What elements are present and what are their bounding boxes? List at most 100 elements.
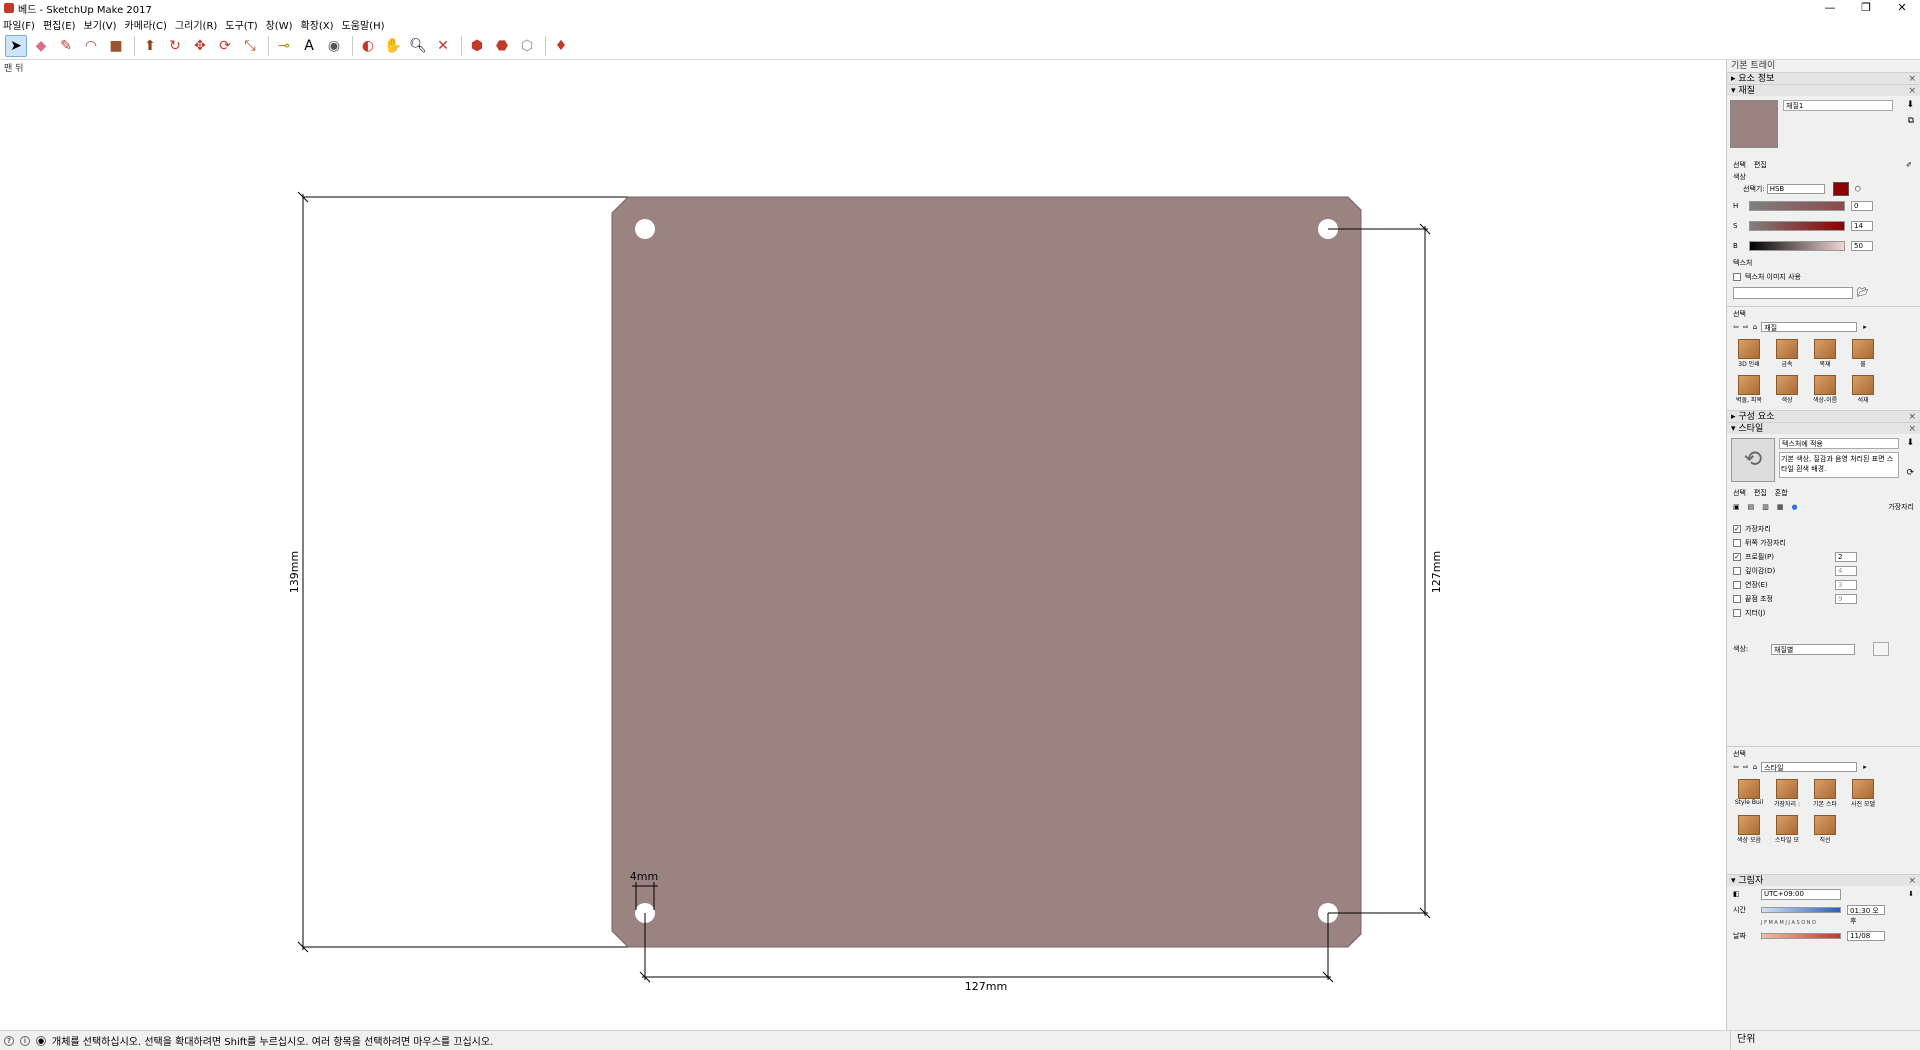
h-slider[interactable]: [1749, 201, 1845, 211]
style-folder[interactable]: 가장자리 :: [1769, 776, 1805, 812]
edge-color-select[interactable]: 재질별: [1771, 643, 1855, 655]
menu-window[interactable]: 창(W): [266, 17, 293, 32]
home-icon[interactable]: ⌂: [1753, 323, 1757, 331]
material-folder[interactable]: 벽돌, 피복: [1731, 372, 1767, 408]
close-button[interactable]: ✕: [1884, 0, 1920, 16]
dimension-label-hole[interactable]: 4mm: [630, 870, 658, 883]
modeling-settings-icon[interactable]: ●: [1792, 503, 1798, 511]
minimize-button[interactable]: —: [1812, 0, 1848, 16]
restore-button[interactable]: ❐: [1848, 0, 1884, 16]
material-folder[interactable]: 색상-이름: [1807, 372, 1843, 408]
panel-shadows[interactable]: ▾ 그림자 ×: [1727, 874, 1920, 886]
background-settings-icon[interactable]: ▥: [1762, 503, 1769, 511]
s-input[interactable]: 14: [1851, 221, 1873, 231]
timezone-select[interactable]: UTC+09:00: [1761, 888, 1841, 900]
dimension-label-left[interactable]: 139mm: [288, 551, 301, 593]
create-material-icon[interactable]: ⬇: [1906, 100, 1914, 110]
profiles-checkbox[interactable]: ✓: [1733, 553, 1741, 561]
warehouse-icon[interactable]: ⬢: [466, 35, 488, 57]
plate-face[interactable]: [611, 196, 1362, 948]
forward-icon[interactable]: ⇨: [1743, 323, 1749, 331]
material-folder[interactable]: 물: [1845, 336, 1881, 372]
close-icon[interactable]: ×: [1908, 875, 1916, 887]
tab-select[interactable]: 선택: [1733, 488, 1746, 498]
mounting-hole[interactable]: [635, 219, 655, 239]
pan-tool-icon[interactable]: ✋: [382, 35, 404, 57]
ruby-console-icon[interactable]: ♦: [550, 35, 572, 57]
h-input[interactable]: 0: [1851, 201, 1873, 211]
picker-select[interactable]: HSB: [1766, 184, 1825, 194]
style-folder[interactable]: 스타일 모: [1769, 812, 1805, 848]
share-model-icon[interactable]: ⬡: [516, 35, 538, 57]
style-folder[interactable]: Style Buil: [1731, 776, 1767, 812]
endpoints-input[interactable]: 9: [1835, 594, 1857, 604]
dimension-label-right[interactable]: 127mm: [1430, 551, 1443, 593]
material-swatch[interactable]: [1730, 100, 1778, 148]
panel-materials[interactable]: ▾ 재질 ×: [1727, 84, 1920, 96]
depth-input[interactable]: 4: [1835, 566, 1857, 576]
panel-entity-info[interactable]: ▸ 요소 정보 ×: [1727, 72, 1920, 84]
orbit-tool-icon[interactable]: ◐: [357, 35, 379, 57]
material-folder[interactable]: 색상: [1769, 372, 1805, 408]
date-slider[interactable]: [1761, 933, 1841, 939]
material-details-icon[interactable]: ⧉: [1908, 116, 1914, 126]
menu-help[interactable]: 도움말(H): [342, 17, 385, 32]
create-style-icon[interactable]: ⬇: [1906, 438, 1914, 448]
extension-checkbox[interactable]: [1733, 581, 1741, 589]
units-field[interactable]: 단위: [1730, 1030, 1920, 1050]
forward-icon[interactable]: ⇨: [1743, 763, 1749, 771]
menu-view[interactable]: 보기(V): [84, 17, 117, 32]
endpoints-checkbox[interactable]: [1733, 595, 1741, 603]
menu-file[interactable]: 파일(F): [3, 17, 35, 32]
back-icon[interactable]: ⇦: [1733, 763, 1739, 771]
extension-input[interactable]: 3: [1835, 580, 1857, 590]
panel-components[interactable]: ▸ 구성 요소 ×: [1727, 410, 1920, 422]
tab-edit[interactable]: 편집: [1754, 488, 1767, 498]
eraser-tool-icon[interactable]: ◆: [30, 35, 52, 57]
menu-extensions[interactable]: 확장(X): [301, 17, 334, 32]
watermark-settings-icon[interactable]: ▦: [1777, 503, 1784, 511]
texture-use-checkbox[interactable]: [1733, 273, 1741, 281]
update-style-icon[interactable]: ⟳: [1906, 468, 1914, 478]
back-edges-checkbox[interactable]: [1733, 539, 1741, 547]
paint-bucket-icon[interactable]: ◉: [323, 35, 345, 57]
s-slider[interactable]: [1749, 221, 1845, 231]
menu-camera[interactable]: 카메라(C): [125, 17, 167, 32]
details-icon[interactable]: ▸: [1863, 763, 1867, 771]
extension-warehouse-icon[interactable]: ⬣: [491, 35, 513, 57]
home-icon[interactable]: ⌂: [1753, 763, 1757, 771]
back-icon[interactable]: ⇦: [1733, 323, 1739, 331]
style-folder[interactable]: 사진 모델: [1845, 776, 1881, 812]
time-slider[interactable]: [1761, 907, 1841, 913]
style-folder[interactable]: 색상 모음: [1731, 812, 1767, 848]
material-folder[interactable]: 석재: [1845, 372, 1881, 408]
text-tool-icon[interactable]: A: [298, 35, 320, 57]
tab-select[interactable]: 선택: [1733, 160, 1746, 170]
material-folder[interactable]: 목재: [1807, 336, 1843, 372]
shadow-settings-icon[interactable]: ⬇: [1908, 890, 1914, 898]
follow-me-icon[interactable]: ↻: [164, 35, 186, 57]
menu-draw[interactable]: 그리기(R): [175, 17, 217, 32]
geo-location-icon[interactable]: ?: [4, 1035, 14, 1046]
edge-color-swatch[interactable]: [1873, 642, 1889, 656]
color-swatch[interactable]: [1832, 182, 1849, 196]
edges-checkbox[interactable]: ✓: [1733, 525, 1741, 533]
shape-tool-icon[interactable]: ■: [105, 35, 127, 57]
menu-edit[interactable]: 편집(E): [43, 17, 76, 32]
panel-styles[interactable]: ▾ 스타일 ×: [1727, 422, 1920, 434]
material-name-input[interactable]: [1783, 100, 1893, 111]
profiles-input[interactable]: 2: [1835, 552, 1857, 562]
arc-tool-icon[interactable]: ◠: [80, 35, 102, 57]
face-settings-icon[interactable]: ▤: [1748, 503, 1755, 511]
edge-settings-icon[interactable]: ▣: [1733, 503, 1740, 511]
line-tool-icon[interactable]: ✎: [55, 35, 77, 57]
style-library-select[interactable]: 스타일: [1761, 762, 1858, 772]
material-folder[interactable]: 3D 인쇄: [1731, 336, 1767, 372]
depth-checkbox[interactable]: [1733, 567, 1741, 575]
browse-folder-icon[interactable]: 📂︎: [1857, 288, 1868, 298]
details-icon[interactable]: ▸: [1863, 323, 1867, 331]
style-folder[interactable]: 직선: [1807, 812, 1843, 848]
move-tool-icon[interactable]: ✥: [189, 35, 211, 57]
scale-tool-icon[interactable]: ⤡: [239, 35, 261, 57]
tape-measure-icon[interactable]: ⊸: [273, 35, 295, 57]
